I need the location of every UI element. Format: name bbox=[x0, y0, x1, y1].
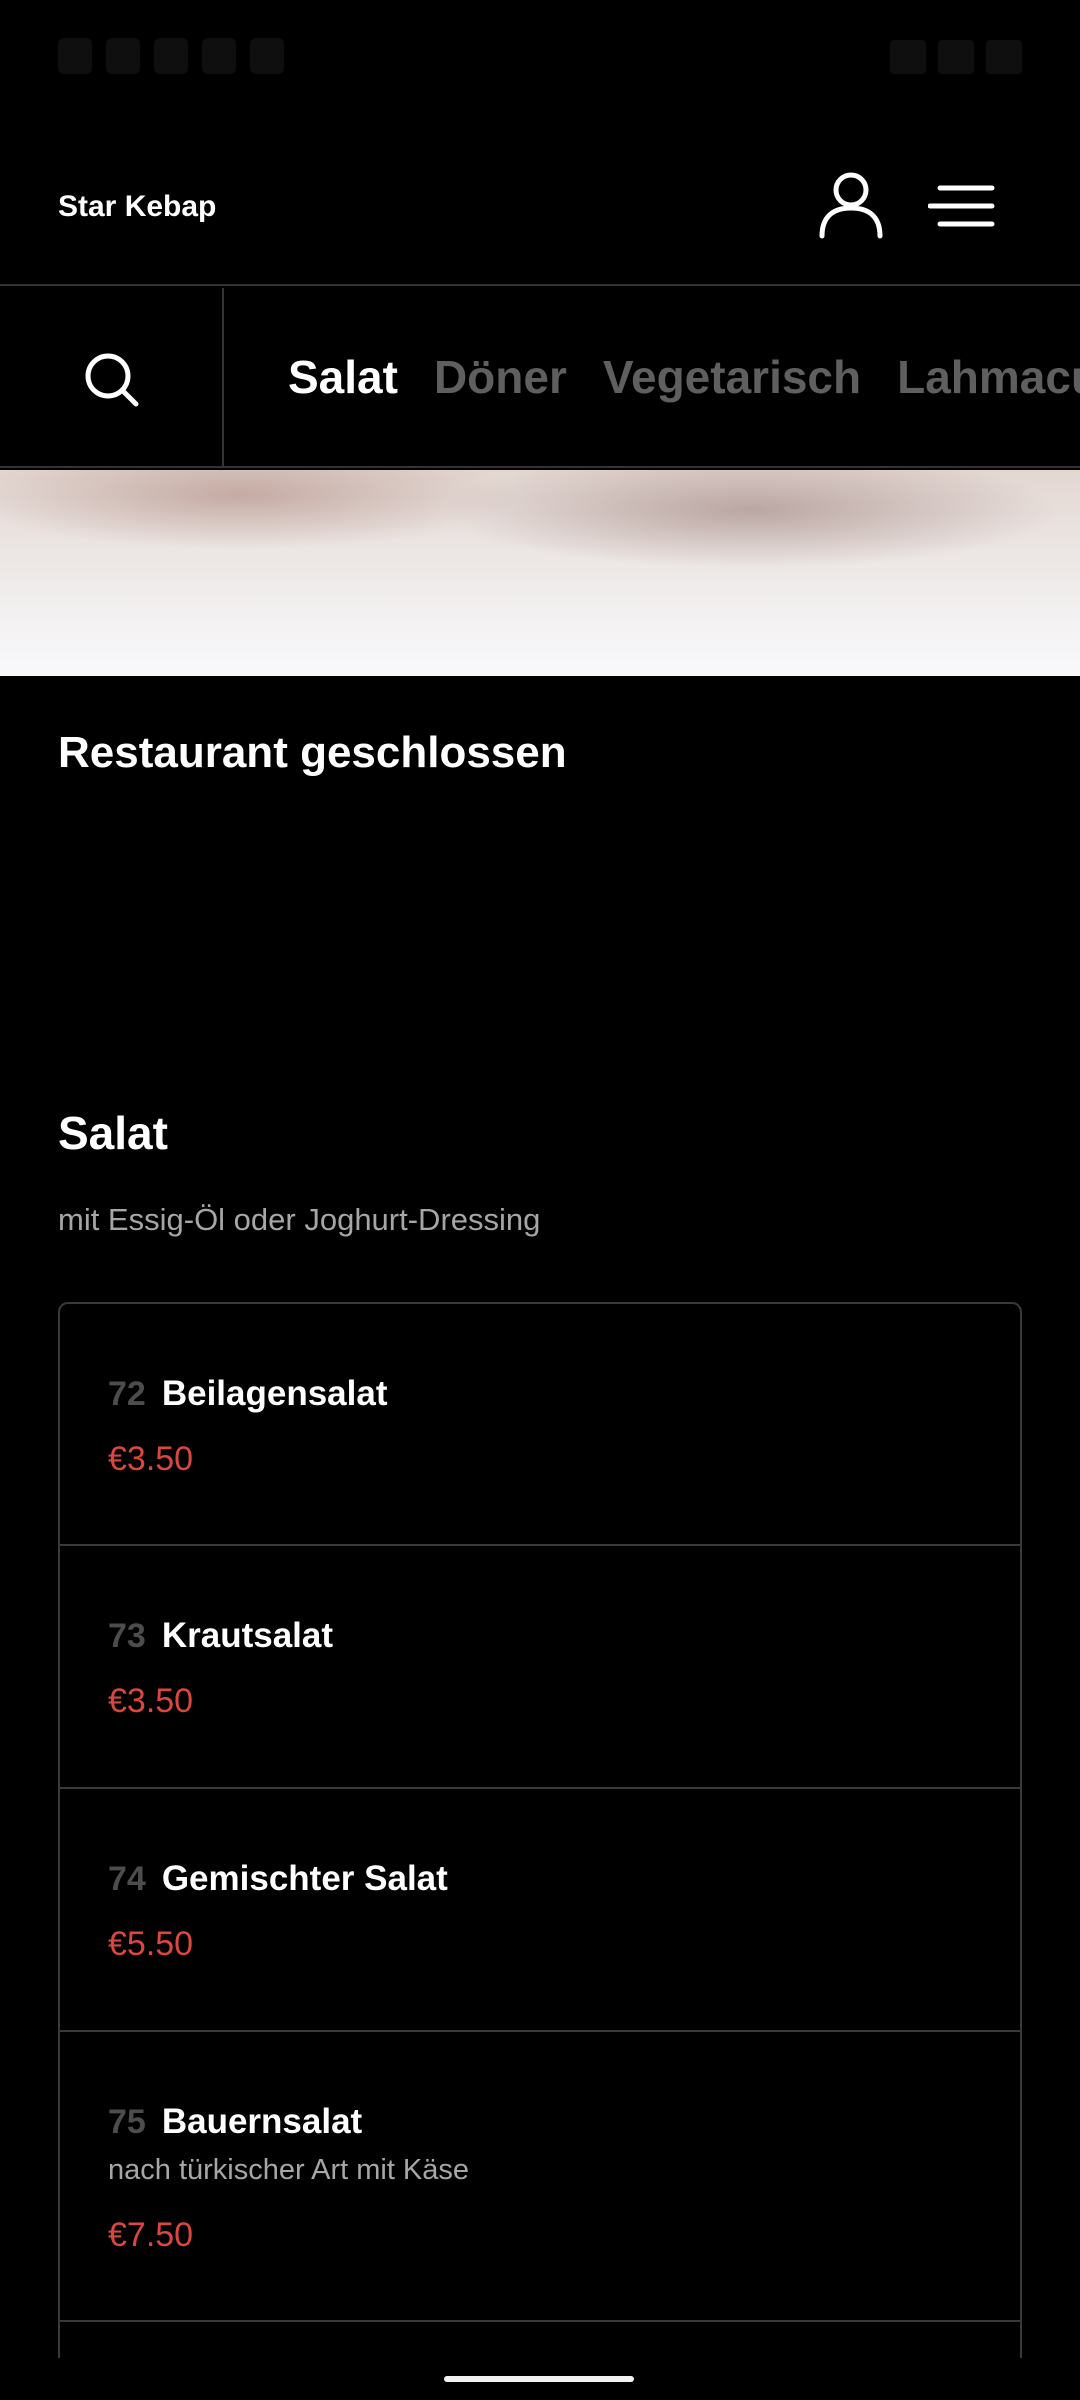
menu-item-name: Beilagensalat bbox=[161, 1374, 388, 1413]
menu-item-price: €5.50 bbox=[108, 1925, 194, 1963]
category-tabs: Salat Döner Vegetarisch Lahmacun bbox=[288, 288, 1080, 466]
section-subtitle: mit Essig-Öl oder Joghurt-Dressing bbox=[58, 1202, 541, 1237]
menu-item-number: 74 bbox=[108, 1860, 146, 1898]
user-account-button[interactable] bbox=[816, 170, 886, 240]
section-title: Salat bbox=[58, 1107, 168, 1159]
app-header: Star Kebap bbox=[0, 120, 1080, 286]
tab-doener[interactable]: Döner bbox=[434, 350, 567, 404]
hamburger-menu-icon bbox=[927, 185, 995, 227]
tab-salat[interactable]: Salat bbox=[288, 350, 398, 404]
menu-item-description: nach türkischer Art mit Käse bbox=[108, 2154, 470, 2186]
status-bar-notification-icons bbox=[58, 38, 284, 78]
menu-item-73[interactable]: 73 Krautsalat €3.50 bbox=[60, 1546, 1020, 1789]
menu-item-74[interactable]: 74 Gemischter Salat €5.50 bbox=[60, 1789, 1020, 2032]
brand-name[interactable]: Star Kebap bbox=[58, 190, 216, 224]
status-bar-system-icons bbox=[890, 40, 1022, 74]
menu-item-name: Gemischter Salat bbox=[161, 1859, 448, 1898]
menu-item-name: Bauernsalat bbox=[161, 2102, 363, 2141]
status-bar bbox=[0, 0, 1080, 120]
menu-item-number: 73 bbox=[108, 1617, 146, 1655]
menu-item-price: €3.50 bbox=[108, 1440, 194, 1478]
category-bar: Salat Döner Vegetarisch Lahmacun bbox=[0, 288, 1080, 468]
menu-item-price: €7.50 bbox=[108, 2216, 194, 2254]
menu-item-75[interactable]: 75 Bauernsalat nach türkischer Art mit Kä… bbox=[60, 2032, 1020, 2322]
menu-item-price: €3.50 bbox=[108, 1682, 194, 1720]
restaurant-status-message: Restaurant geschlossen bbox=[58, 728, 567, 777]
menu-item-name: Krautsalat bbox=[161, 1616, 333, 1655]
search-icon bbox=[85, 353, 139, 407]
menu-item-72[interactable]: 72 Beilagensalat €3.50 bbox=[60, 1304, 1020, 1546]
user-icon bbox=[819, 172, 883, 239]
menu-item-partial[interactable] bbox=[60, 2322, 1020, 2358]
menu-item-number: 72 bbox=[108, 1375, 146, 1413]
tab-vegetarisch[interactable]: Vegetarisch bbox=[603, 350, 861, 404]
tab-lahmacun[interactable]: Lahmacun bbox=[897, 350, 1080, 404]
menu-button[interactable] bbox=[927, 176, 1000, 236]
home-indicator[interactable] bbox=[444, 2376, 634, 2382]
menu-item-number: 75 bbox=[108, 2103, 146, 2141]
hero-banner-image bbox=[0, 470, 1080, 676]
search-button[interactable] bbox=[0, 288, 224, 466]
menu-item-list: 72 Beilagensalat €3.50 73 Krautsalat €3.50… bbox=[58, 1302, 1022, 2358]
